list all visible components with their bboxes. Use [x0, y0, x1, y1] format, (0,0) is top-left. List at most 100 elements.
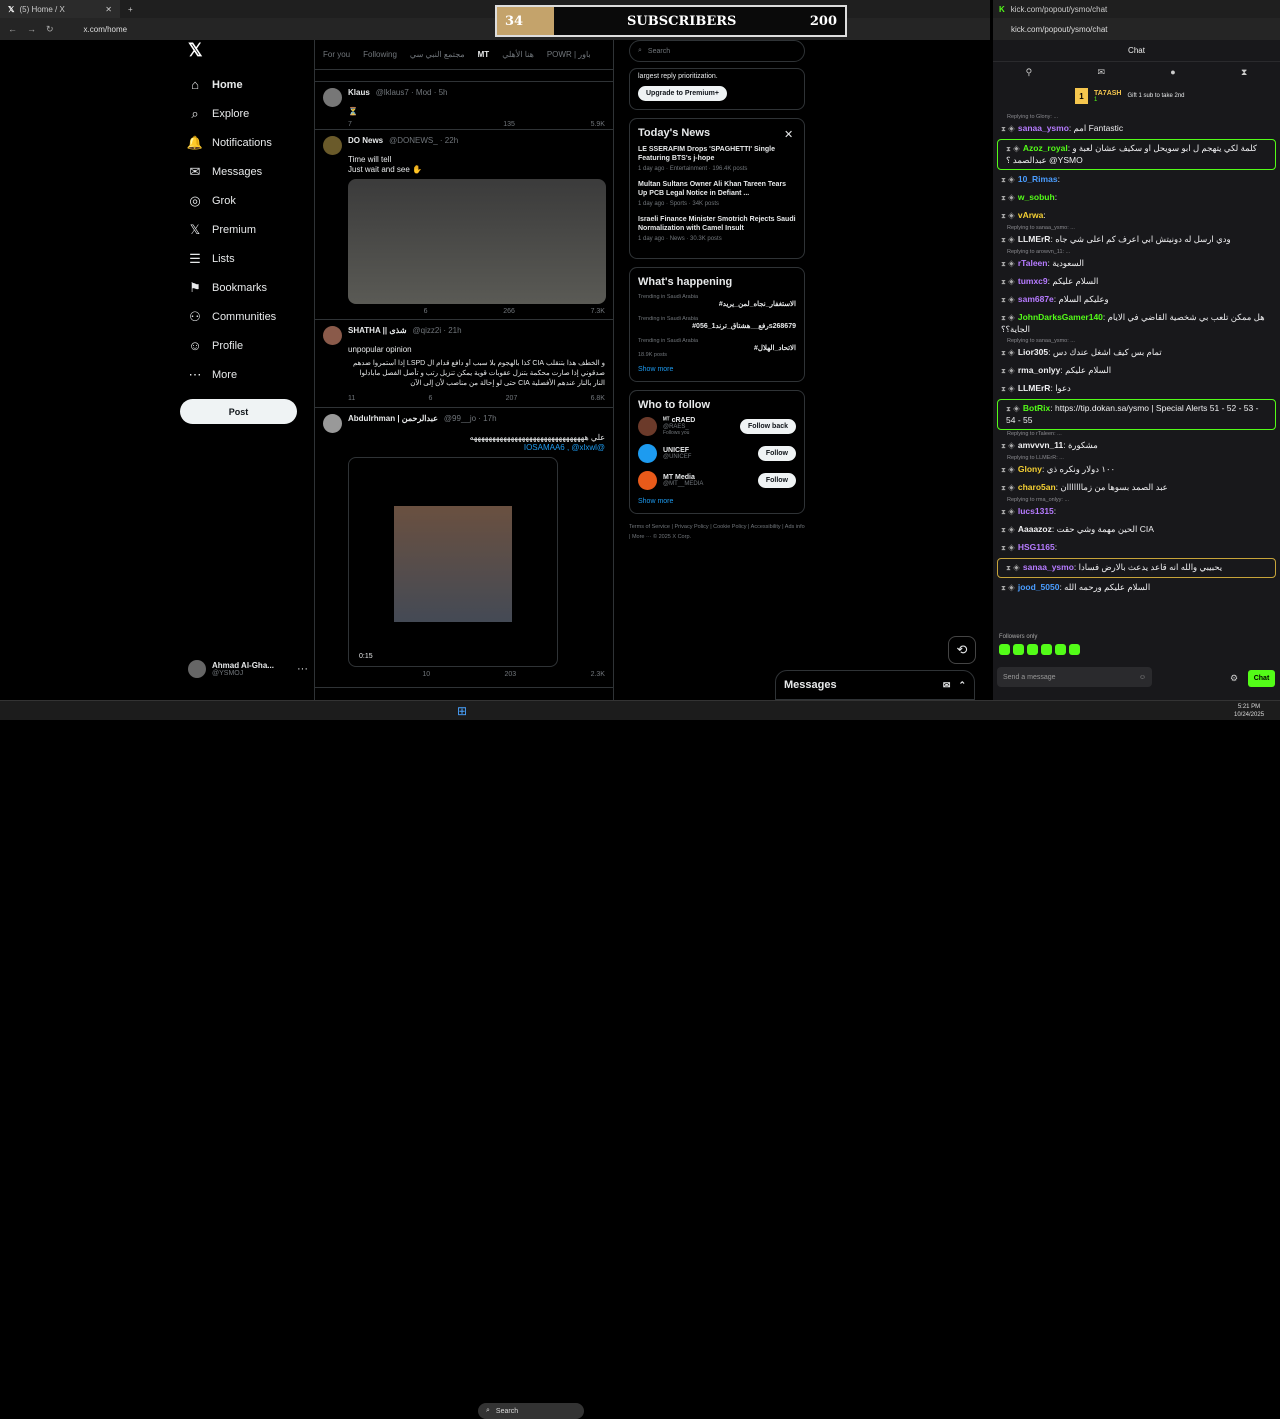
nav-more[interactable]: ⋯ More [180, 360, 310, 389]
search-input[interactable]: ⌕ Search [629, 40, 805, 62]
nav-explore[interactable]: ⌕ Explore [180, 99, 310, 128]
emote-icon[interactable] [1055, 644, 1066, 655]
messages-drawer[interactable]: Messages ✉ ⌃ [775, 670, 975, 700]
chat-message[interactable]: ⧗ ◈ rTaleen: السعودية [993, 255, 1280, 273]
chat-username[interactable]: w_sobuh [1018, 192, 1055, 202]
view-count[interactable]: 2.3K [591, 671, 605, 678]
nav-premium[interactable]: 𝕏 Premium [180, 215, 310, 244]
nav-profile[interactable]: ☺ Profile [180, 331, 310, 360]
chat-username[interactable]: Azoz_royal [1023, 143, 1068, 153]
retweet-count[interactable]: 6 [424, 308, 428, 315]
like-count[interactable]: 135 [503, 121, 515, 128]
tab-powr[interactable]: POWR | باور [547, 50, 591, 59]
upgrade-premium-button[interactable]: Upgrade to Premium+ [638, 86, 727, 101]
gift-icon[interactable]: ✉ [1097, 67, 1105, 78]
news-item[interactable]: LE SSERAFIM Drops 'SPAGHETTI' Single Fea… [638, 145, 796, 172]
trend-item[interactable]: Trending in Saudi Arabia #رفع__هشتاق_ترند… [638, 316, 796, 330]
new-tab-icon[interactable]: + [128, 5, 133, 14]
chat-message[interactable]: ⧗ ◈ HSG1165: [993, 539, 1280, 557]
emote-icon[interactable] [1027, 644, 1038, 655]
chat-username[interactable]: rTaleen [1018, 258, 1048, 268]
news-item[interactable]: Multan Sultans Owner Ali Khan Tareen Tea… [638, 180, 796, 207]
follow-suggestion[interactable]: UNICEF @UNICEF Follow [638, 444, 796, 463]
tweet-author[interactable]: SHATHA || شذى [348, 326, 407, 345]
follow-button[interactable]: Follow [757, 446, 796, 461]
chat-message[interactable]: ⧗ ◈ Azoz_royal: كلمة لكي يتهجم ل ابو سويح… [997, 139, 1276, 170]
chat-message[interactable]: ⧗ ◈ Lior305: تمام بس كيف اشغل عندك دس [993, 344, 1280, 362]
retweet-count[interactable]: 10 [422, 671, 430, 678]
emoji-icon[interactable]: ☺ [1139, 674, 1146, 681]
tweet-author[interactable]: Klaus [348, 88, 370, 107]
nav-messages[interactable]: ✉ Messages [180, 157, 310, 186]
chat-message[interactable]: ⧗ ◈ sanaa_ysmo: امم Fantastic [993, 120, 1280, 138]
x-logo-icon[interactable]: 𝕏 [180, 40, 310, 70]
follow-suggestion[interactable]: ᴹᵀ cRAED @RAES_ Follows you Follow back [638, 417, 796, 436]
like-count[interactable]: 207 [506, 395, 518, 402]
follow-suggestion[interactable]: MT Media @MT__MEDIA Follow [638, 471, 796, 490]
pin-icon[interactable]: ⚲ [1026, 67, 1033, 78]
tweet[interactable]: Abdulrhman | عبدالرحمن @99__jo · 17h علي… [315, 408, 613, 688]
chat-message[interactable]: ⧗ ◈ amvvvn_11: مشكورة [993, 437, 1280, 455]
tweet[interactable]: Klaus @lklaus7 · Mod · 5h ⏳ 7 135 5.9K [315, 82, 613, 130]
timer-icon[interactable]: ⧗ [1241, 67, 1247, 78]
chat-message[interactable]: ⧗ ◈ w_sobuh: [993, 189, 1280, 207]
chat-message[interactable]: ⧗ ◈ BotRix: https://tip.dokan.sa/ysmo | S… [997, 399, 1276, 430]
chat-username[interactable]: sam687e [1018, 294, 1054, 304]
forward-icon[interactable]: → [27, 24, 36, 34]
nav-bookmarks[interactable]: ⚑ Bookmarks [180, 273, 310, 302]
emote-icon[interactable] [999, 644, 1010, 655]
like-count[interactable]: 203 [505, 671, 517, 678]
tweet-image[interactable] [348, 179, 606, 304]
nav-grok[interactable]: ◎ Grok [180, 186, 310, 215]
emote-icon[interactable] [1069, 644, 1080, 655]
chat-username[interactable]: sanaa_ysmo [1018, 123, 1069, 133]
chat-send-button[interactable]: Chat [1248, 670, 1275, 687]
chat-username[interactable]: jood_5050 [1018, 582, 1060, 592]
compose-message-icon[interactable]: ✉ [943, 680, 951, 691]
chat-message[interactable]: ⧗ ◈ Glony: ١٠٠ دولار ونكره ذي [993, 461, 1280, 479]
clock[interactable]: 5:21 PM 10/24/2025 [1234, 703, 1264, 719]
tab-following[interactable]: Following [363, 50, 397, 59]
chat-message[interactable]: ⧗ ◈ 10_Rimas: [993, 171, 1280, 189]
nav-notifications[interactable]: 🔔 Notifications [180, 128, 310, 157]
emote-icon[interactable] [1013, 644, 1024, 655]
close-icon[interactable]: ✕ [784, 128, 793, 141]
show-more-link[interactable]: Show more [638, 366, 796, 373]
chat-message[interactable]: ⧗ ◈ jood_5050: السلام عليكم ورحمه الله [993, 579, 1280, 597]
show-more-link[interactable]: Show more [638, 498, 796, 505]
tweet-mention[interactable]: @IOSAMAA6 , @xlxwl [348, 443, 605, 453]
chat-message[interactable]: ⧗ ◈ JohnDarksGamer140: هل ممكن تلعب بي شخ… [993, 309, 1280, 338]
tab-for-you[interactable]: For you [323, 50, 350, 59]
chat-message[interactable]: ⧗ ◈ sam687e: وعليكم السلام [993, 291, 1280, 309]
collapse-icon[interactable]: ⌃ [958, 680, 966, 691]
start-icon[interactable]: ⊞ [457, 704, 467, 718]
chat-username[interactable]: BotRix [1023, 403, 1050, 413]
chat-message[interactable]: ⧗ ◈ charo5an: عبد الصمد بسوها من زماااااا… [993, 479, 1280, 497]
chat-username[interactable]: Glony [1018, 464, 1042, 474]
nav-home[interactable]: ⌂ Home [180, 70, 310, 99]
footer-links[interactable]: Terms of Service | Privacy Policy | Cook… [629, 522, 805, 542]
chat-message[interactable]: ⧗ ◈ LLMErR: ودي ارسل له دونيتش ابي اعرف ك… [993, 231, 1280, 249]
chat-username[interactable]: JohnDarksGamer140 [1018, 312, 1103, 322]
chat-message[interactable]: ⧗ ◈ lucs1315: [993, 503, 1280, 521]
trend-item[interactable]: Trending in Saudi Arabia #الاتحاد_الهلال 1… [638, 338, 796, 358]
post-button[interactable]: Post [180, 399, 297, 424]
chat-username[interactable]: LLMErR [1018, 234, 1051, 244]
view-count[interactable]: 7.3K [591, 308, 605, 315]
reload-icon[interactable]: ↻ [46, 24, 54, 35]
follow-button[interactable]: Follow [757, 473, 796, 488]
nav-communities[interactable]: ⚇ Communities [180, 302, 310, 331]
chat-username[interactable]: tumxc9 [1018, 276, 1048, 286]
emote-icon[interactable] [1041, 644, 1052, 655]
chat-message[interactable]: ⧗ ◈ LLMErR: دعوا [993, 380, 1280, 398]
tab-home[interactable]: 𝕏 (5) Home / X ✕ [0, 0, 120, 18]
view-count[interactable]: 6.8K [591, 395, 605, 402]
view-count[interactable]: 5.9K [591, 121, 605, 128]
back-icon[interactable]: ← [8, 24, 17, 34]
chat-username[interactable]: Aaaazoz [1018, 524, 1052, 534]
chat-username[interactable]: charo5an [1018, 482, 1056, 492]
tweet[interactable]: SHATHA || شذى @qizz2i · 21h unpopular op… [315, 320, 613, 408]
tab-community-2[interactable]: هنا الأهلي [502, 50, 534, 59]
nav-lists[interactable]: ☰ Lists [180, 244, 310, 273]
chat-username[interactable]: amvvvn_11 [1018, 440, 1063, 450]
